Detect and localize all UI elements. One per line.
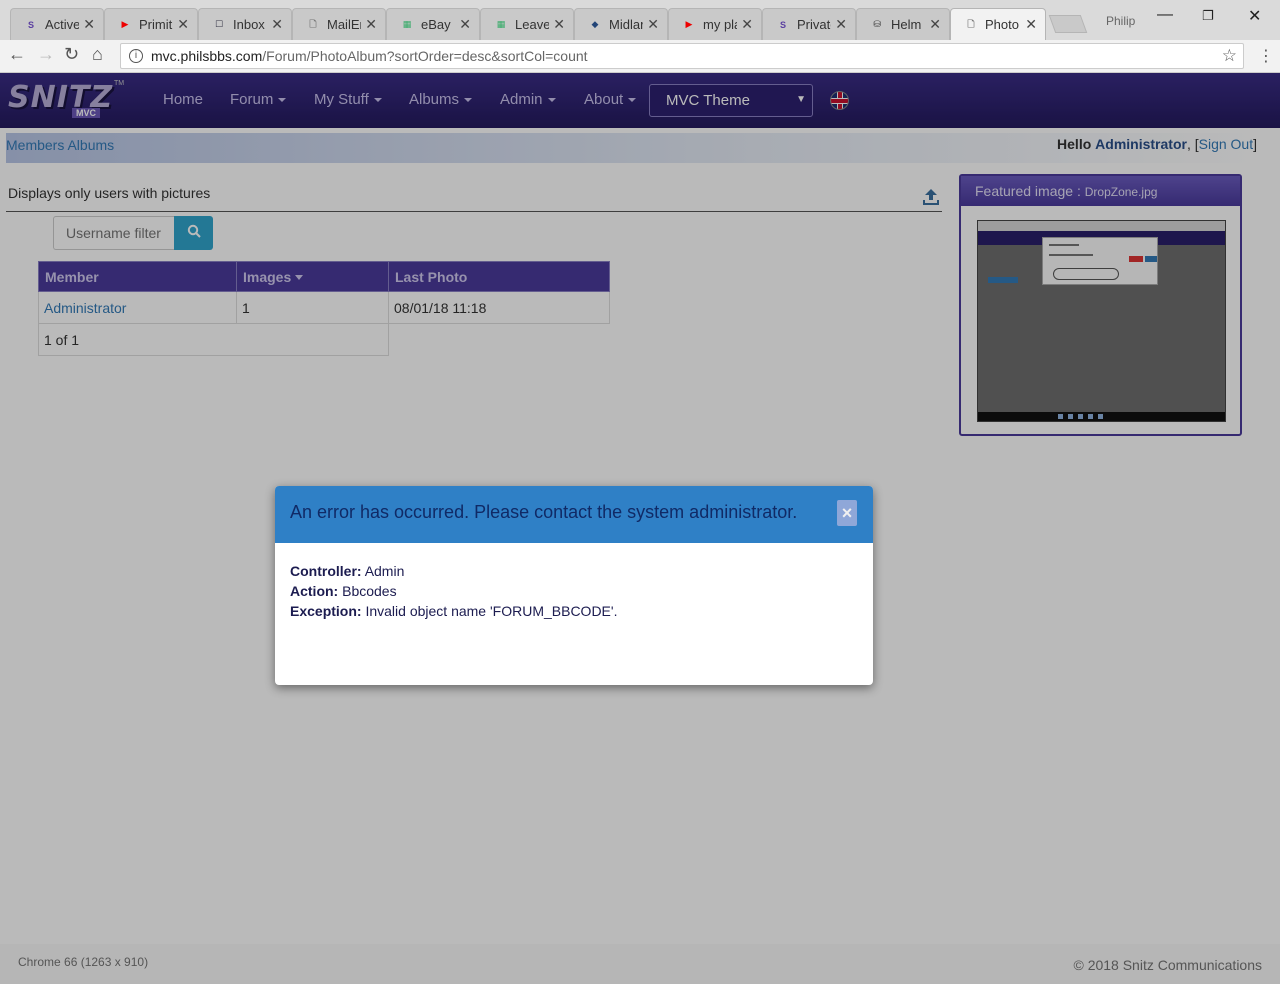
bookmark-star-icon[interactable]: ☆: [1222, 46, 1237, 66]
tab-title: Primiti: [139, 17, 174, 32]
document-icon: 🗋: [309, 18, 317, 29]
modal-title: An error has occurred. Please contact th…: [290, 502, 798, 522]
modal-body: Controller: Admin Action: Bbcodes Except…: [275, 543, 873, 621]
exception-label: Exception:: [290, 603, 362, 619]
error-modal: An error has occurred. Please contact th…: [275, 486, 873, 685]
action-value: Bbcodes: [342, 583, 397, 599]
youtube-icon: ▶: [121, 19, 129, 29]
close-tab-icon[interactable]: ✕: [459, 16, 471, 33]
action-label: Action:: [290, 583, 339, 599]
close-tab-icon[interactable]: ✕: [835, 16, 847, 33]
url-path: /Forum/PhotoAlbum?sortOrder=desc&sortCol…: [262, 48, 588, 64]
url-host: mvc.philsbbs.com: [151, 48, 263, 64]
helm-icon: ⛁: [873, 19, 881, 29]
browser-tab[interactable]: 🗋 MailEn ✕: [292, 8, 386, 40]
close-tab-icon[interactable]: ✕: [1025, 16, 1037, 33]
browser-tab[interactable]: S Private ✕: [762, 8, 856, 40]
back-icon[interactable]: ←: [8, 44, 26, 65]
controller-label: Controller:: [290, 563, 362, 579]
tab-title: Leave: [515, 17, 550, 32]
close-tab-icon[interactable]: ✕: [929, 16, 941, 33]
close-tab-icon[interactable]: ✕: [271, 16, 283, 33]
browser-tab[interactable]: ▶ Primiti ✕: [104, 8, 198, 40]
forward-icon[interactable]: →: [37, 44, 55, 65]
midland-icon: ◆: [591, 19, 599, 29]
browser-toolbar: ← → ↻ ⌂ i mvc.philsbbs.com/Forum/PhotoAl…: [0, 40, 1280, 73]
close-window-icon[interactable]: ✕: [1248, 6, 1261, 26]
close-tab-icon[interactable]: ✕: [741, 16, 753, 33]
document-icon: 🗋: [967, 18, 975, 29]
restore-icon[interactable]: ❐: [1202, 8, 1214, 24]
error-controller: Controller: Admin: [290, 561, 873, 581]
profile-name[interactable]: Philip: [1106, 14, 1135, 28]
site-favicon-icon: S: [27, 19, 34, 30]
new-tab-button[interactable]: [1048, 15, 1088, 33]
exception-value: Invalid object name 'FORUM_BBCODE'.: [365, 603, 618, 619]
tab-title: my pla: [703, 17, 737, 32]
tab-title: Midlar: [609, 17, 644, 32]
tab-title: Helm: [891, 17, 922, 32]
browser-tab[interactable]: ▦ Leave ✕: [480, 8, 574, 40]
browser-tab-active[interactable]: 🗋 Photo ✕: [950, 8, 1046, 40]
browser-info: Chrome 66 (1263 x 910): [18, 955, 149, 969]
browser-tab[interactable]: ☐ Inbox ✕: [198, 8, 292, 40]
browser-tab[interactable]: ▶ my pla ✕: [668, 8, 762, 40]
reload-icon[interactable]: ↻: [64, 44, 79, 65]
site-footer: Chrome 66 (1263 x 910) © 2018 Snitz Comm…: [0, 944, 1280, 984]
error-action: Action: Bbcodes: [290, 581, 873, 601]
inbox-icon: ☐: [214, 19, 224, 29]
youtube-icon: ▶: [685, 19, 693, 29]
close-tab-icon[interactable]: ✕: [647, 16, 659, 33]
controller-value: Admin: [364, 563, 405, 579]
home-icon[interactable]: ⌂: [92, 44, 103, 65]
tab-title: Private: [797, 17, 831, 32]
browser-tab[interactable]: ⛁ Helm ✕: [856, 8, 950, 40]
close-tab-icon[interactable]: ✕: [365, 16, 377, 33]
browser-tab[interactable]: S Active ✕: [10, 8, 104, 40]
browser-tab[interactable]: ◆ Midlar ✕: [574, 8, 668, 40]
close-tab-icon[interactable]: ✕: [553, 16, 565, 33]
ebay-icon: ▦: [496, 19, 506, 29]
error-exception: Exception: Invalid object name 'FORUM_BB…: [290, 601, 873, 621]
tab-title: Inbox: [233, 17, 265, 32]
close-tab-icon[interactable]: ✕: [83, 16, 95, 33]
address-bar[interactable]: i mvc.philsbbs.com/Forum/PhotoAlbum?sort…: [120, 43, 1244, 69]
browser-tab-strip: S Active ✕ ▶ Primiti ✕ ☐ Inbox ✕ 🗋 MailE…: [0, 0, 1280, 40]
minimize-icon[interactable]: —: [1157, 6, 1173, 24]
tab-title: eBay F: [421, 17, 455, 32]
copyright: © 2018 Snitz Communications: [1073, 957, 1262, 973]
browser-tab[interactable]: ▦ eBay F ✕: [386, 8, 480, 40]
tab-title: Photo: [985, 17, 1019, 32]
tab-title: MailEn: [327, 17, 361, 32]
tab-title: Active: [45, 17, 80, 32]
browser-menu-icon[interactable]: ⋮: [1258, 46, 1274, 66]
site-info-icon[interactable]: i: [129, 49, 143, 63]
close-tab-icon[interactable]: ✕: [177, 16, 189, 33]
close-icon[interactable]: ×: [837, 500, 857, 526]
modal-header: An error has occurred. Please contact th…: [275, 486, 873, 543]
site-favicon-icon: S: [779, 19, 786, 30]
ebay-icon: ▦: [402, 19, 412, 29]
